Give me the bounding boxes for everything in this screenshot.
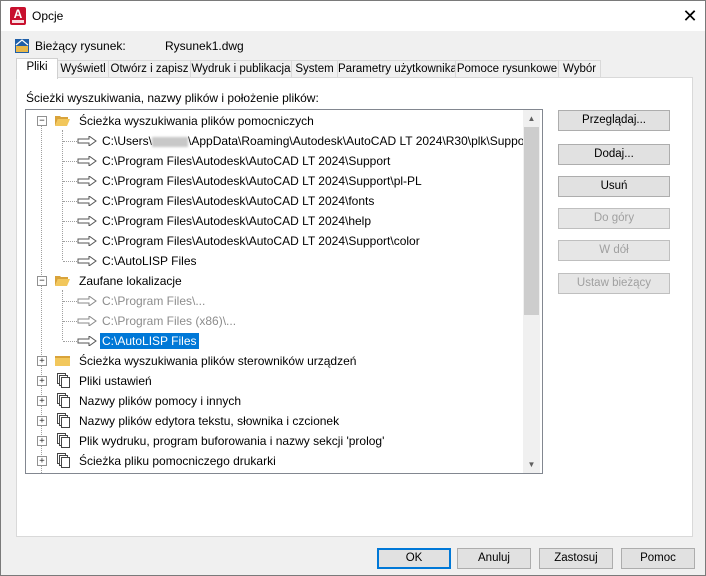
tab-pomoce-rysunkowe[interactable]: Pomoce rysunkowe [455, 60, 559, 78]
tree-path-item-selected[interactable]: C:\AutoLISP Files [26, 331, 523, 351]
tree-path-item[interactable]: C:\Program Files\Autodesk\AutoCAD LT 202… [26, 211, 523, 231]
tree-node-plot-files[interactable]: + Plik wydruku, program buforowania i na… [26, 431, 523, 451]
tree-node-label: Ścieżka wyszukiwania plików pomocniczych [79, 114, 314, 128]
collapse-icon[interactable]: − [37, 116, 47, 126]
options-dialog: A Opcje ✕ Bieżący rysunek: Rysunek1.dwg … [0, 0, 706, 576]
path-arrow-icon [77, 176, 97, 186]
add-button[interactable]: Dodaj... [558, 144, 670, 165]
path-label: C:\Program Files\Autodesk\AutoCAD LT 202… [102, 214, 372, 228]
path-arrow-icon [77, 316, 97, 326]
expand-icon[interactable]: + [37, 416, 47, 426]
files-icon [57, 453, 70, 468]
path-arrow-icon [77, 236, 97, 246]
tree-node-label: Pliki ustawień [79, 374, 152, 388]
file-paths-tree[interactable]: − Ścieżka wyszukiwania plików pomocniczy… [25, 109, 543, 474]
path-arrow-icon [77, 196, 97, 206]
tree-path-item[interactable]: C:\Program Files\Autodesk\AutoCAD LT 202… [26, 231, 523, 251]
set-current-button[interactable]: Ustaw bieżący [558, 273, 670, 294]
tree-node-label: Ścieżka pliku pomocniczego drukarki [79, 454, 276, 468]
path-prefix: C:\Users\ [102, 134, 153, 148]
tree-path-item[interactable]: C:\Program Files\... [26, 291, 523, 311]
files-icon [57, 373, 70, 388]
tab-otworz-i-zapisz[interactable]: Otwórz i zapisz [108, 60, 191, 78]
tab-wydruk-i-publikacja[interactable]: Wydruk i publikacja [190, 60, 292, 78]
tree-path-item[interactable]: C:\Program Files (x86)\... [26, 311, 523, 331]
path-arrow-icon [77, 256, 97, 266]
tree-node-label: Zaufane lokalizacje [79, 274, 182, 288]
move-down-button[interactable]: W dół [558, 240, 670, 261]
path-label: C:\AutoLISP Files [102, 254, 197, 268]
current-drawing-label: Bieżący rysunek: [35, 39, 126, 53]
tree-node-settings-files[interactable]: + Pliki ustawień [26, 371, 523, 391]
tab-strip: Pliki Wyświetl Otwórz i zapisz Wydruk i … [16, 58, 696, 79]
help-button[interactable]: Pomoc [621, 548, 695, 569]
tree-path-item[interactable]: C:\Users\ \AppData\Roaming\Autodesk\AutoC… [26, 131, 532, 151]
scroll-up-icon[interactable]: ▲ [523, 110, 540, 127]
tree-node-label: Nazwy plików edytora tekstu, słownika i … [79, 414, 340, 428]
expand-icon[interactable]: + [37, 396, 47, 406]
expand-icon[interactable]: + [37, 356, 47, 366]
scroll-down-icon[interactable]: ▼ [523, 456, 540, 473]
window-title: Opcje [32, 9, 64, 23]
tree-node-printer-support[interactable]: + Ścieżka pliku pomocniczego drukarki [26, 451, 523, 471]
cancel-button[interactable]: Anuluj [457, 548, 531, 569]
files-icon [57, 393, 70, 408]
path-arrow-icon [77, 296, 97, 306]
title-bar[interactable]: A Opcje ✕ [1, 1, 705, 31]
browse-button[interactable]: Przeglądaj... [558, 110, 670, 131]
path-suffix: \AppData\Roaming\Autodesk\AutoCAD LT 202… [188, 134, 532, 148]
redacted-username [152, 136, 189, 147]
path-label: C:\Program Files\Autodesk\AutoCAD LT 202… [102, 174, 422, 188]
remove-button[interactable]: Usuń [558, 176, 670, 197]
tree-path-item[interactable]: C:\AutoLISP Files [26, 251, 523, 271]
open-folder-icon [55, 276, 70, 286]
tree-node-support-path[interactable]: − Ścieżka wyszukiwania plików pomocniczy… [26, 111, 523, 131]
tab-wyswietl[interactable]: Wyświetl [57, 60, 109, 78]
autocad-app-icon: A [10, 7, 26, 25]
tree-node-help-files[interactable]: + Nazwy plików pomocy i innych [26, 391, 523, 411]
path-arrow-icon [77, 156, 97, 166]
tree-node-label: Nazwy plików pomocy i innych [79, 394, 242, 408]
path-label: C:\Program Files\Autodesk\AutoCAD LT 202… [102, 194, 375, 208]
section-label: Ścieżki wyszukiwania, nazwy plików i poł… [26, 91, 319, 105]
path-arrow-icon [77, 336, 97, 346]
path-arrow-icon [77, 216, 97, 226]
path-arrow-icon [77, 136, 97, 146]
current-drawing-name: Rysunek1.dwg [165, 39, 244, 53]
drawing-icon [15, 39, 29, 53]
close-icon[interactable]: ✕ [677, 5, 703, 27]
expand-icon[interactable]: + [37, 376, 47, 386]
collapse-icon[interactable]: − [37, 276, 47, 286]
path-label: C:\Program Files (x86)\... [102, 314, 237, 328]
files-icon [57, 413, 70, 428]
ok-button[interactable]: OK [377, 548, 451, 569]
apply-button[interactable]: Zastosuj [539, 548, 613, 569]
path-label: C:\AutoLISP Files [100, 333, 199, 349]
expand-icon[interactable]: + [37, 436, 47, 446]
tab-wybor[interactable]: Wybór [558, 60, 601, 78]
open-folder-icon [55, 116, 70, 126]
scrollbar-thumb[interactable] [524, 127, 539, 315]
tree-node-label: Ścieżka wyszukiwania plików sterowników … [79, 354, 357, 368]
files-icon [57, 433, 70, 448]
folder-icon [55, 356, 70, 366]
tab-parametry-uzytkownika[interactable]: Parametry użytkownika [337, 60, 457, 78]
tree-node-device-drivers[interactable]: + Ścieżka wyszukiwania plików sterownikó… [26, 351, 523, 371]
tab-system[interactable]: System [291, 60, 338, 78]
path-label: C:\Program Files\Autodesk\AutoCAD LT 202… [102, 154, 391, 168]
path-label: C:\Program Files\Autodesk\AutoCAD LT 202… [102, 234, 420, 248]
tab-pliki[interactable]: Pliki [16, 58, 58, 79]
tree-path-item[interactable]: C:\Program Files\Autodesk\AutoCAD LT 202… [26, 151, 523, 171]
path-label: C:\Program Files\... [102, 294, 206, 308]
tree-node-text-editor-files[interactable]: + Nazwy plików edytora tekstu, słownika … [26, 411, 523, 431]
tree-scrollbar[interactable]: ▲ ▼ [523, 110, 540, 473]
tree-node-label: Plik wydruku, program buforowania i nazw… [79, 434, 385, 448]
expand-icon[interactable]: + [37, 456, 47, 466]
move-up-button[interactable]: Do góry [558, 208, 670, 229]
tree-path-item[interactable]: C:\Program Files\Autodesk\AutoCAD LT 202… [26, 191, 523, 211]
tree-node-trusted-locations[interactable]: − Zaufane lokalizacje [26, 271, 523, 291]
tree-path-item[interactable]: C:\Program Files\Autodesk\AutoCAD LT 202… [26, 171, 523, 191]
